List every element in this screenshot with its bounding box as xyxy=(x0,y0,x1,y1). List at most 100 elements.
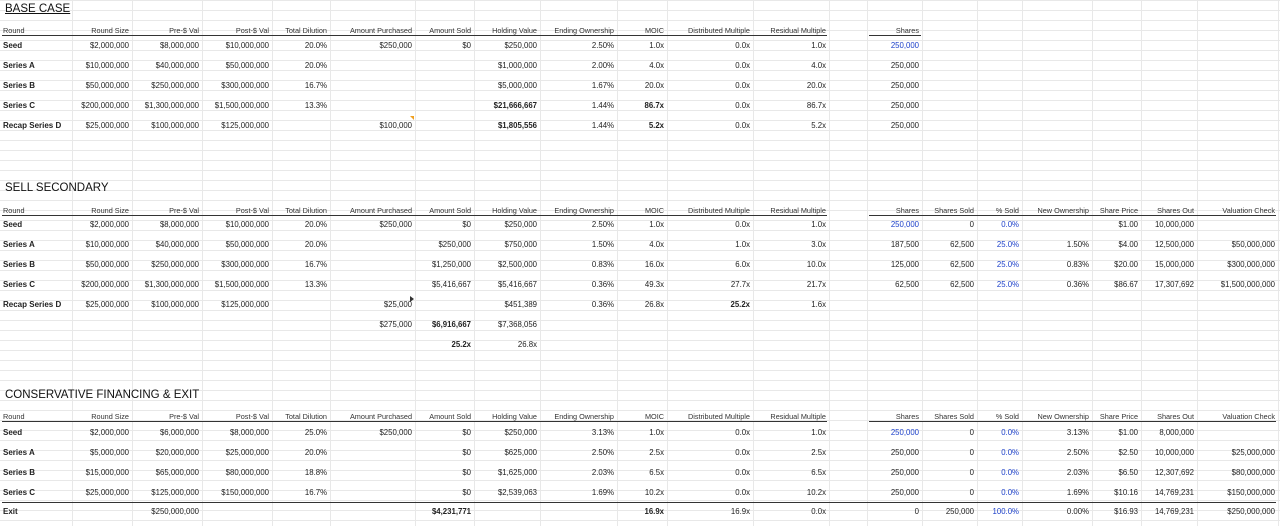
data-cell[interactable]: $0 xyxy=(418,467,471,478)
data-cell[interactable]: $20.00 xyxy=(1095,259,1138,270)
data-cell[interactable]: 25.2x xyxy=(670,299,750,310)
data-cell[interactable]: $8,000,000 xyxy=(205,427,269,438)
data-cell[interactable]: 16.9x xyxy=(670,506,750,517)
data-cell[interactable]: 250,000 xyxy=(870,40,919,51)
row-label[interactable]: Seed xyxy=(3,219,69,230)
data-cell[interactable]: 0.36% xyxy=(1025,279,1089,290)
data-cell[interactable]: 20.0% xyxy=(275,447,327,458)
total-cell[interactable]: 26.8x xyxy=(477,339,537,350)
data-cell[interactable]: 49.3x xyxy=(620,279,664,290)
data-cell[interactable]: 250,000 xyxy=(925,506,974,517)
data-cell[interactable]: $625,000 xyxy=(477,447,537,458)
spreadsheet-grid[interactable]: BASE CASE Round Round Size Pre-$ Val Post-$ … xyxy=(0,0,1280,526)
data-cell[interactable]: 250,000 xyxy=(870,427,919,438)
data-cell[interactable]: $16.93 xyxy=(1095,506,1138,517)
data-cell[interactable]: 16.7% xyxy=(275,487,327,498)
data-cell[interactable]: 86.7x xyxy=(756,100,826,111)
data-cell[interactable]: 125,000 xyxy=(870,259,919,270)
data-cell[interactable]: 1.50% xyxy=(1025,239,1089,250)
row-label[interactable]: Series A xyxy=(3,447,69,458)
data-cell[interactable]: $250,000,000 xyxy=(135,80,199,91)
section-title[interactable]: CONSERVATIVE FINANCING & EXIT xyxy=(5,388,199,402)
data-cell[interactable]: 86.7x xyxy=(620,100,664,111)
data-cell[interactable]: 16.7% xyxy=(275,259,327,270)
data-cell[interactable]: 0.0x xyxy=(670,487,750,498)
data-cell[interactable]: $86.67 xyxy=(1095,279,1138,290)
data-cell[interactable]: $1,500,000,000 xyxy=(205,279,269,290)
data-cell[interactable]: $250,000 xyxy=(333,219,412,230)
data-cell[interactable]: 1.0x xyxy=(620,40,664,51)
data-cell[interactable]: $0 xyxy=(418,487,471,498)
data-cell[interactable]: $5,000,000 xyxy=(477,80,537,91)
data-cell[interactable]: $0 xyxy=(418,427,471,438)
data-cell[interactable]: $125,000,000 xyxy=(205,120,269,131)
data-cell[interactable]: $25,000,000 xyxy=(205,447,269,458)
total-cell[interactable]: 25.2x xyxy=(418,339,471,350)
note-marker-icon[interactable] xyxy=(410,296,414,302)
data-cell[interactable]: 20.0x xyxy=(620,80,664,91)
data-cell[interactable]: 0 xyxy=(925,487,974,498)
data-cell[interactable]: 5.2x xyxy=(756,120,826,131)
data-cell[interactable]: 1.69% xyxy=(1025,487,1089,498)
data-cell[interactable]: 0.00% xyxy=(1025,506,1089,517)
data-cell[interactable]: $1,300,000,000 xyxy=(135,279,199,290)
data-cell[interactable]: 0.0x xyxy=(670,60,750,71)
data-cell[interactable]: $250,000 xyxy=(477,427,537,438)
data-cell[interactable]: 0.0x xyxy=(670,100,750,111)
data-cell[interactable]: $20,000,000 xyxy=(135,447,199,458)
data-cell[interactable]: 62,500 xyxy=(925,259,974,270)
data-cell[interactable]: $100,000,000 xyxy=(135,120,199,131)
data-cell[interactable]: 2.00% xyxy=(543,60,614,71)
data-cell[interactable]: $25,000 xyxy=(333,299,412,310)
section-title[interactable]: SELL SECONDARY xyxy=(5,181,109,195)
row-label[interactable]: Series B xyxy=(3,467,69,478)
data-cell[interactable]: 6.5x xyxy=(756,467,826,478)
data-cell[interactable]: 10.2x xyxy=(620,487,664,498)
total-cell[interactable]: $6,916,667 xyxy=(418,319,471,330)
data-cell[interactable]: 2.03% xyxy=(543,467,614,478)
data-cell[interactable]: $4.00 xyxy=(1095,239,1138,250)
data-cell[interactable]: 3.13% xyxy=(543,427,614,438)
data-cell[interactable]: $2,000,000 xyxy=(75,219,129,230)
data-cell[interactable]: 250,000 xyxy=(870,447,919,458)
data-cell[interactable]: 0.0% xyxy=(980,219,1019,230)
data-cell[interactable]: 8,000,000 xyxy=(1144,427,1194,438)
row-label[interactable]: Series C xyxy=(3,100,69,111)
data-cell[interactable]: $150,000,000 xyxy=(1200,487,1275,498)
data-cell[interactable]: 1.0x xyxy=(620,427,664,438)
data-cell[interactable]: 0.36% xyxy=(543,299,614,310)
data-cell[interactable]: 5.2x xyxy=(620,120,664,131)
comment-marker-icon[interactable] xyxy=(410,116,414,120)
row-label[interactable]: Exit xyxy=(3,506,69,517)
data-cell[interactable]: $2.50 xyxy=(1095,447,1138,458)
data-cell[interactable]: 0.83% xyxy=(1025,259,1089,270)
data-cell[interactable]: 0 xyxy=(870,506,919,517)
data-cell[interactable]: 25.0% xyxy=(980,239,1019,250)
data-cell[interactable]: $6.50 xyxy=(1095,467,1138,478)
data-cell[interactable]: $150,000,000 xyxy=(205,487,269,498)
data-cell[interactable]: $100,000 xyxy=(333,120,412,131)
data-cell[interactable]: $125,000,000 xyxy=(135,487,199,498)
data-cell[interactable]: 20.0x xyxy=(756,80,826,91)
data-cell[interactable]: 12,307,692 xyxy=(1144,467,1194,478)
data-cell[interactable]: $8,000,000 xyxy=(135,219,199,230)
data-cell[interactable]: $15,000,000 xyxy=(75,467,129,478)
data-cell[interactable]: $1,250,000 xyxy=(418,259,471,270)
data-cell[interactable]: 2.03% xyxy=(1025,467,1089,478)
data-cell[interactable]: 250,000 xyxy=(870,487,919,498)
data-cell[interactable]: 1.67% xyxy=(543,80,614,91)
data-cell[interactable]: 16.0x xyxy=(620,259,664,270)
data-cell[interactable]: 0.0x xyxy=(756,506,826,517)
data-cell[interactable]: 0.0x xyxy=(670,120,750,131)
data-cell[interactable]: $65,000,000 xyxy=(135,467,199,478)
data-cell[interactable]: $250,000,000 xyxy=(1200,506,1275,517)
data-cell[interactable]: 2.50% xyxy=(1025,447,1089,458)
data-cell[interactable]: $2,500,000 xyxy=(477,259,537,270)
data-cell[interactable]: $0 xyxy=(418,447,471,458)
data-cell[interactable]: $40,000,000 xyxy=(135,239,199,250)
data-cell[interactable]: 0 xyxy=(925,219,974,230)
data-cell[interactable]: 25.0% xyxy=(980,259,1019,270)
data-cell[interactable]: $8,000,000 xyxy=(135,40,199,51)
row-label[interactable]: Series A xyxy=(3,60,69,71)
section-title[interactable]: BASE CASE xyxy=(5,2,70,16)
